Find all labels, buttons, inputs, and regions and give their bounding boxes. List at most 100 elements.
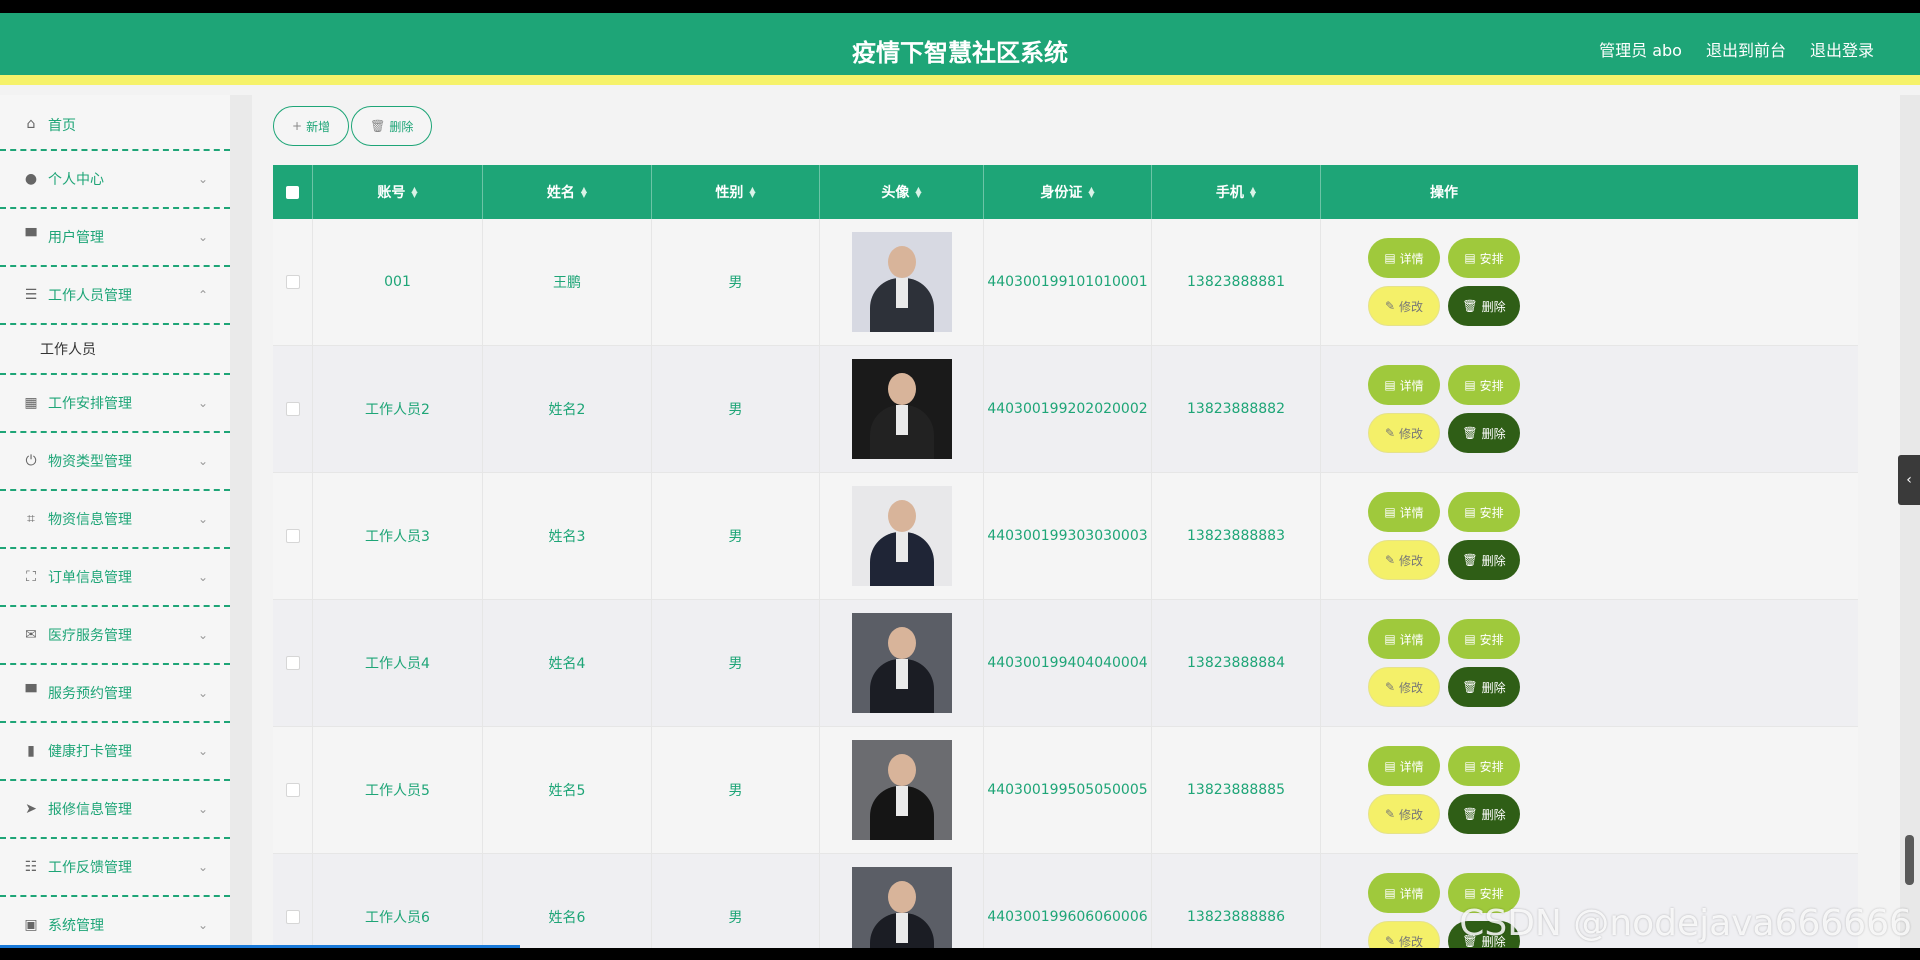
cell-account: 工作人员2 [313, 346, 483, 472]
chevron-left-icon: ‹ [1906, 472, 1912, 488]
arrange-button[interactable]: ▤ 安排 [1448, 238, 1520, 278]
vertical-scrollbar[interactable] [1900, 95, 1920, 948]
detail-button[interactable]: ▤ 详情 [1368, 873, 1440, 913]
table-row: 001 王鹏男 440300199101010001 13823888881 ▤ 详情 ▤ 安… [273, 219, 1858, 346]
staff-table: 账号 ▲ ▼ 姓名 ▲ ▼ 性别 ▲ ▼ 头像 ▲ ▼ 身份证 ▲ ▼ 手机 ▲ ▼ 操作 001 王鹏男… [273, 165, 1858, 948]
row-checkbox[interactable] [285, 402, 300, 416]
detail-button[interactable]: ▤ 详情 [1368, 746, 1440, 786]
logout-link[interactable]: 退出登录 [1810, 37, 1874, 61]
detail-button[interactable]: ▤ 详情 [1368, 492, 1440, 532]
row-delete-button[interactable]: 🗑 删除 [1448, 540, 1520, 580]
sidebar-item-6[interactable]: ⌗ 物资信息管理 ⌄ [0, 491, 230, 549]
sort-icon[interactable]: ▲ ▼ [1250, 186, 1256, 199]
col-avatar[interactable]: 头像 ▲ ▼ [820, 165, 984, 219]
cell-name: 姓名6 [483, 854, 652, 948]
header-actions: 管理员 abo 退出到前台 退出登录 [1599, 37, 1874, 61]
sort-icon[interactable]: ▲ ▼ [581, 186, 587, 199]
chevron-icon: ⌄ [197, 454, 208, 468]
row-checkbox[interactable] [285, 783, 300, 797]
collapse-panel-button[interactable]: ‹ [1898, 455, 1920, 505]
exit-to-front-link[interactable]: 退出到前台 [1706, 37, 1786, 61]
row-delete-button[interactable]: 🗑 删除 [1448, 667, 1520, 707]
plus-icon: + [292, 119, 303, 133]
sidebar-item-5[interactable]: ⏻ 物资类型管理 ⌄ [0, 433, 230, 491]
col-gender[interactable]: 性别 ▲ ▼ [652, 165, 820, 219]
cell-actions: ▤ 详情 ▤ 安排 ✎ 修改 🗑 删除 [1321, 473, 1567, 599]
row-checkbox[interactable] [285, 275, 300, 289]
cell-account: 工作人员4 [313, 600, 483, 726]
trash-icon: 🗑 [1462, 426, 1478, 440]
avatar [851, 359, 952, 459]
row-delete-button[interactable]: 🗑 删除 [1448, 413, 1520, 453]
edit-button[interactable]: ✎ 修改 [1368, 667, 1440, 707]
edit-button[interactable]: ✎ 修改 [1368, 921, 1440, 948]
col-phone[interactable]: 手机 ▲ ▼ [1152, 165, 1321, 219]
progress-line [0, 945, 520, 948]
table-row: 工作人员2 姓名2 男 440300199202020002 13823888882 ▤ 详… [273, 346, 1858, 473]
sidebar-item-label: 服务预约管理 [48, 686, 132, 702]
detail-button[interactable]: ▤ 详情 [1368, 365, 1440, 405]
row-delete-button[interactable]: 🗑 删除 [1448, 794, 1520, 834]
sidebar-item-label: 订单信息管理 [48, 570, 132, 586]
sidebar-item-11[interactable]: ➤ 报修信息管理 ⌄ [0, 781, 230, 839]
detail-button[interactable]: ▤ 详情 [1368, 238, 1440, 278]
cell-id-card: 440300199505050005 [984, 727, 1152, 853]
cell-phone: 13823888883 [1152, 473, 1321, 599]
sidebar-item-0[interactable]: ⌂ 首页 [0, 95, 230, 151]
main-content: + 新增 🗑 删除 账号 ▲ ▼ 姓名 ▲ ▼ 性别 ▲ ▼ 头像 ▲ ▼ 身份证 ▲ ▼ 手机 ▲ ▼… [252, 95, 1878, 948]
sidebar-item-label: 系统管理 [48, 918, 104, 934]
arrange-button[interactable]: ▤ 安排 [1448, 492, 1520, 532]
cell-id-card: 440300199202020002 [984, 346, 1152, 472]
cell-gender: 男 [652, 600, 820, 726]
sidebar-item-2[interactable]: ▀ 用户管理 ⌄ [0, 209, 230, 267]
doc-icon: ▤ [1384, 505, 1396, 519]
avatar [851, 486, 952, 586]
table-row: 工作人员4 姓名4 男 440300199404040004 13823888884 ▤ 详… [273, 600, 1858, 727]
sidebar-subitem-staff[interactable]: 工作人员 [0, 325, 230, 375]
edit-button[interactable]: ✎ 修改 [1368, 794, 1440, 834]
col-name[interactable]: 姓名 ▲ ▼ [483, 165, 652, 219]
sidebar-item-7[interactable]: ⛶ 订单信息管理 ⌄ [0, 549, 230, 607]
select-all-checkbox[interactable] [286, 185, 299, 199]
sidebar-item-3[interactable]: ☰ 工作人员管理 ⌃ [0, 267, 230, 325]
sidebar-item-4[interactable]: ▦ 工作安排管理 ⌄ [0, 375, 230, 433]
sidebar-item-label: 工作人员管理 [48, 288, 132, 304]
sort-icon[interactable]: ▲ ▼ [749, 186, 755, 199]
sort-icon[interactable]: ▲ ▼ [411, 186, 417, 199]
sidebar-item-label: 医疗服务管理 [48, 628, 132, 644]
edit-button[interactable]: ✎ 修改 [1368, 286, 1440, 326]
edit-button[interactable]: ✎ 修改 [1368, 413, 1440, 453]
sort-icon[interactable]: ▲ ▼ [915, 186, 921, 199]
col-account[interactable]: 账号 ▲ ▼ [313, 165, 483, 219]
row-checkbox[interactable] [285, 529, 300, 543]
sidebar-item-12[interactable]: ☷ 工作反馈管理 ⌄ [0, 839, 230, 897]
delete-button[interactable]: 🗑 删除 [351, 106, 433, 146]
sidebar-item-10[interactable]: ▮ 健康打卡管理 ⌄ [0, 723, 230, 781]
row-checkbox[interactable] [285, 656, 300, 670]
chevron-icon: ⌄ [197, 918, 208, 932]
scrollbar-thumb[interactable] [1905, 835, 1914, 885]
detail-button[interactable]: ▤ 详情 [1368, 619, 1440, 659]
row-delete-button[interactable]: 🗑 删除 [1448, 286, 1520, 326]
sidebar-item-1[interactable]: ● 个人中心 ⌄ [0, 151, 230, 209]
doc-icon: ▤ [1384, 632, 1396, 646]
sidebar-item-9[interactable]: ▀ 服务预约管理 ⌄ [0, 665, 230, 723]
arrange-button[interactable]: ▤ 安排 [1448, 746, 1520, 786]
add-button[interactable]: + 新增 [273, 106, 350, 146]
sliders-icon: ☷ [24, 859, 38, 875]
arrange-button[interactable]: ▤ 安排 [1448, 365, 1520, 405]
edit-button[interactable]: ✎ 修改 [1368, 540, 1440, 580]
pencil-icon: ✎ [1384, 807, 1396, 821]
avatar [851, 867, 952, 948]
sidebar-item-8[interactable]: ✉ 医疗服务管理 ⌄ [0, 607, 230, 665]
col-id-card[interactable]: 身份证 ▲ ▼ [984, 165, 1152, 219]
row-checkbox[interactable] [285, 910, 300, 924]
header-select-all[interactable] [273, 165, 313, 219]
crop-icon: ⌗ [27, 511, 35, 527]
cell-gender: 男 [652, 727, 820, 853]
sidebar-item-13[interactable]: ▣ 系统管理 ⌄ [0, 897, 230, 948]
sort-icon[interactable]: ▲ ▼ [1088, 186, 1094, 199]
arrange-button[interactable]: ▤ 安排 [1448, 619, 1520, 659]
cell-account: 工作人员3 [313, 473, 483, 599]
chevron-icon: ⌄ [197, 172, 208, 186]
